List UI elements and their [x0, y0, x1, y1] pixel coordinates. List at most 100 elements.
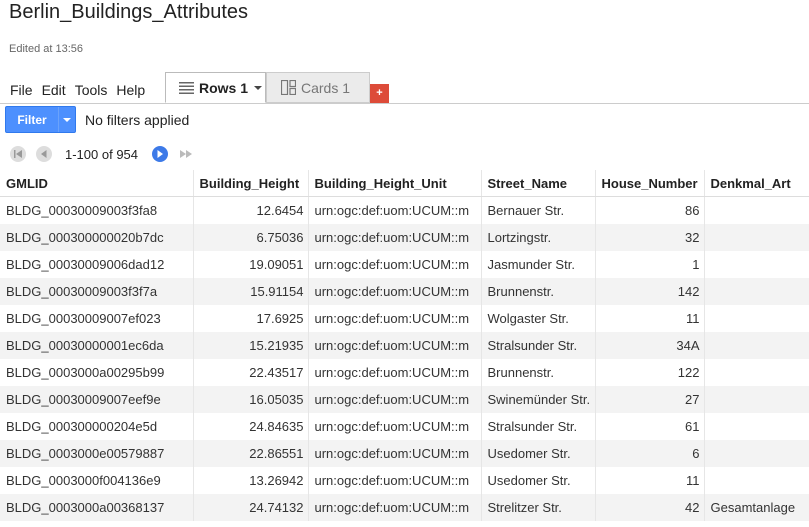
- chevron-down-icon[interactable]: [254, 85, 263, 90]
- cell-building-height-unit[interactable]: urn:ogc:def:uom:UCUM::m: [308, 251, 482, 278]
- cell-street-name[interactable]: Jasmunder Str.: [481, 251, 596, 278]
- cell-building-height-unit[interactable]: urn:ogc:def:uom:UCUM::m: [308, 440, 482, 467]
- menu-help[interactable]: Help: [113, 80, 151, 102]
- cell-building-height[interactable]: 15.21935: [193, 332, 309, 359]
- column-header-building-height-unit[interactable]: Building_Height_Unit: [308, 170, 482, 197]
- cell-building-height-unit[interactable]: urn:ogc:def:uom:UCUM::m: [308, 467, 482, 494]
- cell-building-height-unit[interactable]: urn:ogc:def:uom:UCUM::m: [308, 386, 482, 413]
- cell-building-height[interactable]: 12.6454: [193, 196, 309, 224]
- cell-house-number[interactable]: 61: [595, 413, 705, 440]
- cell-house-number[interactable]: 34A: [595, 332, 705, 359]
- cell-house-number[interactable]: 142: [595, 278, 705, 305]
- cell-building-height-unit[interactable]: urn:ogc:def:uom:UCUM::m: [308, 359, 482, 386]
- cell-street-name[interactable]: Strelitzer Str.: [481, 494, 596, 521]
- column-header-gmlid[interactable]: GMLID: [0, 170, 194, 197]
- cell-building-height[interactable]: 6.75036: [193, 224, 309, 251]
- cell-denkmal-art[interactable]: [704, 359, 809, 386]
- cell-denkmal-art[interactable]: [704, 413, 809, 440]
- cell-denkmal-art[interactable]: [704, 467, 809, 494]
- cell-street-name[interactable]: Lortzingstr.: [481, 224, 596, 251]
- cell-house-number[interactable]: 86: [595, 196, 705, 224]
- cell-denkmal-art[interactable]: Gesamtanlage: [704, 494, 809, 521]
- cell-house-number[interactable]: 11: [595, 305, 705, 332]
- last-page-button[interactable]: [178, 146, 194, 162]
- cell-street-name[interactable]: Usedomer Str.: [481, 467, 596, 494]
- next-page-button[interactable]: [152, 146, 169, 162]
- cell-building-height[interactable]: 24.84635: [193, 413, 309, 440]
- cell-denkmal-art[interactable]: [704, 278, 809, 305]
- prev-page-button[interactable]: [36, 146, 52, 162]
- cell-house-number[interactable]: 1: [595, 251, 705, 278]
- table-row[interactable]: BLDG_0003000f004136e9 13.26942 urn:ogc:def…: [0, 467, 809, 494]
- cell-building-height[interactable]: 16.05035: [193, 386, 309, 413]
- cell-denkmal-art[interactable]: [704, 196, 809, 224]
- cell-gmlid[interactable]: BLDG_00030009007ef023: [0, 305, 194, 332]
- cell-building-height-unit[interactable]: urn:ogc:def:uom:UCUM::m: [308, 494, 482, 521]
- table-row[interactable]: BLDG_00030009003f3f7a 15.91154 urn:ogc:def…: [0, 278, 809, 305]
- cell-house-number[interactable]: 32: [595, 224, 705, 251]
- filter-button[interactable]: Filter: [5, 106, 76, 133]
- cell-gmlid[interactable]: BLDG_00030009007eef9e: [0, 386, 194, 413]
- cell-gmlid[interactable]: BLDG_00030000001ec6da: [0, 332, 194, 359]
- cell-building-height-unit[interactable]: urn:ogc:def:uom:UCUM::m: [308, 413, 482, 440]
- filter-dropdown-toggle[interactable]: [58, 107, 75, 132]
- cell-gmlid[interactable]: BLDG_0003000a00368137: [0, 494, 194, 521]
- table-row[interactable]: BLDG_00030009007ef023 17.6925 urn:ogc:def:…: [0, 305, 809, 332]
- cell-street-name[interactable]: Wolgaster Str.: [481, 305, 596, 332]
- table-row[interactable]: BLDG_00030000001ec6da 15.21935 urn:ogc:def…: [0, 332, 809, 359]
- cell-house-number[interactable]: 6: [595, 440, 705, 467]
- column-header-denkmal-art[interactable]: Denkmal_Art: [704, 170, 809, 197]
- cell-denkmal-art[interactable]: [704, 440, 809, 467]
- cell-house-number[interactable]: 42: [595, 494, 705, 521]
- cell-gmlid[interactable]: BLDG_0003000a00295b99: [0, 359, 194, 386]
- menu-file[interactable]: File: [0, 80, 39, 102]
- cell-street-name[interactable]: Stralsunder Str.: [481, 413, 596, 440]
- cell-building-height[interactable]: 15.91154: [193, 278, 309, 305]
- first-page-button[interactable]: [10, 146, 26, 162]
- cell-gmlid[interactable]: BLDG_000300000020b7dc: [0, 224, 194, 251]
- cell-street-name[interactable]: Swinemünder Str.: [481, 386, 596, 413]
- cell-gmlid[interactable]: BLDG_00030009006dad12: [0, 251, 194, 278]
- table-row[interactable]: BLDG_00030009003f3fa8 12.6454 urn:ogc:def:…: [0, 196, 809, 224]
- table-row[interactable]: BLDG_0003000a00295b99 22.43517 urn:ogc:def…: [0, 359, 809, 386]
- cell-street-name[interactable]: Usedomer Str.: [481, 440, 596, 467]
- add-tab-button[interactable]: +: [370, 84, 389, 103]
- document-title[interactable]: Berlin_Buildings_Attributes: [9, 1, 248, 24]
- cell-gmlid[interactable]: BLDG_0003000e00579887: [0, 440, 194, 467]
- cell-building-height[interactable]: 19.09051: [193, 251, 309, 278]
- cell-street-name[interactable]: Brunnenstr.: [481, 278, 596, 305]
- cell-denkmal-art[interactable]: [704, 386, 809, 413]
- cell-gmlid[interactable]: BLDG_00030009003f3fa8: [0, 196, 194, 224]
- cell-street-name[interactable]: Brunnenstr.: [481, 359, 596, 386]
- cell-house-number[interactable]: 122: [595, 359, 705, 386]
- cell-building-height-unit[interactable]: urn:ogc:def:uom:UCUM::m: [308, 278, 482, 305]
- cell-denkmal-art[interactable]: [704, 332, 809, 359]
- table-row[interactable]: BLDG_0003000a00368137 24.74132 urn:ogc:def…: [0, 494, 809, 521]
- cell-street-name[interactable]: Stralsunder Str.: [481, 332, 596, 359]
- column-header-building-height[interactable]: Building_Height: [193, 170, 309, 197]
- cell-gmlid[interactable]: BLDG_0003000f004136e9: [0, 467, 194, 494]
- cell-denkmal-art[interactable]: [704, 224, 809, 251]
- cell-building-height-unit[interactable]: urn:ogc:def:uom:UCUM::m: [308, 224, 482, 251]
- cell-building-height[interactable]: 13.26942: [193, 467, 309, 494]
- menu-edit[interactable]: Edit: [39, 80, 72, 102]
- cell-house-number[interactable]: 27: [595, 386, 705, 413]
- cell-denkmal-art[interactable]: [704, 251, 809, 278]
- cell-building-height[interactable]: 22.43517: [193, 359, 309, 386]
- cell-gmlid[interactable]: BLDG_000300000204e5d: [0, 413, 194, 440]
- cell-street-name[interactable]: Bernauer Str.: [481, 196, 596, 224]
- table-row[interactable]: BLDG_000300000204e5d 24.84635 urn:ogc:def:…: [0, 413, 809, 440]
- cell-building-height[interactable]: 22.86551: [193, 440, 309, 467]
- table-row[interactable]: BLDG_0003000e00579887 22.86551 urn:ogc:def…: [0, 440, 809, 467]
- cell-denkmal-art[interactable]: [704, 305, 809, 332]
- cell-house-number[interactable]: 11: [595, 467, 705, 494]
- table-row[interactable]: BLDG_00030009006dad12 19.09051 urn:ogc:def…: [0, 251, 809, 278]
- tab-rows[interactable]: Rows 1: [165, 72, 266, 103]
- cell-building-height-unit[interactable]: urn:ogc:def:uom:UCUM::m: [308, 305, 482, 332]
- cell-building-height[interactable]: 17.6925: [193, 305, 309, 332]
- cell-building-height-unit[interactable]: urn:ogc:def:uom:UCUM::m: [308, 196, 482, 224]
- column-header-house-number[interactable]: House_Number: [595, 170, 705, 197]
- cell-building-height-unit[interactable]: urn:ogc:def:uom:UCUM::m: [308, 332, 482, 359]
- cell-building-height[interactable]: 24.74132: [193, 494, 309, 521]
- column-header-street-name[interactable]: Street_Name: [481, 170, 596, 197]
